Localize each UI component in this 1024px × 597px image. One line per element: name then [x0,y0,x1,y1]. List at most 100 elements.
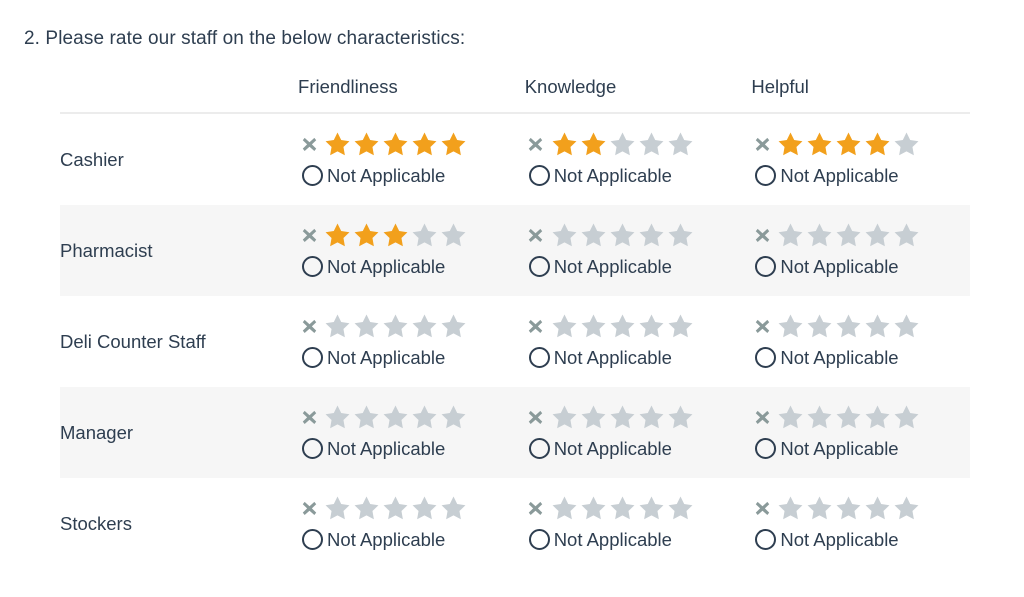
star-icon-1[interactable] [777,494,806,522]
star-icon-3[interactable] [835,494,864,522]
star-icon-4[interactable] [638,130,667,158]
star-icon-5[interactable] [893,130,922,158]
not-applicable-radio[interactable] [302,529,323,550]
not-applicable-radio[interactable] [755,529,776,550]
not-applicable-option[interactable]: Not Applicable [525,525,744,553]
not-applicable-radio[interactable] [302,256,323,277]
not-applicable-option[interactable]: Not Applicable [525,343,744,371]
clear-rating-x-icon[interactable] [298,223,320,247]
not-applicable-option[interactable]: Not Applicable [751,161,970,189]
not-applicable-option[interactable]: Not Applicable [525,434,744,462]
not-applicable-radio[interactable] [529,347,550,368]
star-icon-4[interactable] [411,494,440,522]
star-icon-5[interactable] [893,221,922,249]
not-applicable-label[interactable]: Not Applicable [780,438,898,459]
star-icon-2[interactable] [806,494,835,522]
star-icon-5[interactable] [667,494,696,522]
star-icon-1[interactable] [551,221,580,249]
star-icon-1[interactable] [777,221,806,249]
not-applicable-option[interactable]: Not Applicable [751,343,970,371]
star-icon-3[interactable] [835,221,864,249]
star-icon-4[interactable] [411,221,440,249]
star-icon-2[interactable] [353,312,382,340]
not-applicable-option[interactable]: Not Applicable [298,161,517,189]
not-applicable-radio[interactable] [755,438,776,459]
star-icon-3[interactable] [609,312,638,340]
star-icon-1[interactable] [551,312,580,340]
not-applicable-option[interactable]: Not Applicable [298,434,517,462]
clear-rating-x-icon[interactable] [751,223,773,247]
star-icon-5[interactable] [893,494,922,522]
star-icon-2[interactable] [353,221,382,249]
not-applicable-label[interactable]: Not Applicable [554,165,672,186]
star-icon-2[interactable] [580,403,609,431]
star-icon-4[interactable] [638,494,667,522]
not-applicable-label[interactable]: Not Applicable [327,256,445,277]
star-icon-2[interactable] [806,312,835,340]
star-icon-4[interactable] [638,221,667,249]
not-applicable-radio[interactable] [755,165,776,186]
not-applicable-label[interactable]: Not Applicable [327,529,445,550]
not-applicable-radio[interactable] [529,256,550,277]
star-icon-2[interactable] [353,403,382,431]
star-icon-1[interactable] [777,312,806,340]
not-applicable-radio[interactable] [529,165,550,186]
not-applicable-option[interactable]: Not Applicable [298,343,517,371]
star-icon-4[interactable] [638,403,667,431]
clear-rating-x-icon[interactable] [525,132,547,156]
star-icon-3[interactable] [835,130,864,158]
not-applicable-radio[interactable] [755,347,776,368]
star-icon-5[interactable] [440,494,469,522]
star-icon-5[interactable] [667,130,696,158]
not-applicable-label[interactable]: Not Applicable [780,165,898,186]
not-applicable-radio[interactable] [302,438,323,459]
not-applicable-option[interactable]: Not Applicable [751,252,970,280]
star-icon-3[interactable] [609,494,638,522]
star-icon-5[interactable] [893,403,922,431]
clear-rating-x-icon[interactable] [751,496,773,520]
star-icon-4[interactable] [638,312,667,340]
not-applicable-radio[interactable] [302,165,323,186]
not-applicable-label[interactable]: Not Applicable [554,529,672,550]
star-icon-3[interactable] [382,312,411,340]
star-icon-3[interactable] [382,221,411,249]
not-applicable-label[interactable]: Not Applicable [780,529,898,550]
star-icon-3[interactable] [835,312,864,340]
not-applicable-label[interactable]: Not Applicable [554,347,672,368]
not-applicable-label[interactable]: Not Applicable [327,165,445,186]
clear-rating-x-icon[interactable] [525,314,547,338]
star-icon-2[interactable] [353,494,382,522]
clear-rating-x-icon[interactable] [298,405,320,429]
not-applicable-label[interactable]: Not Applicable [327,438,445,459]
star-icon-4[interactable] [864,403,893,431]
clear-rating-x-icon[interactable] [751,132,773,156]
not-applicable-radio[interactable] [302,347,323,368]
star-icon-5[interactable] [440,312,469,340]
star-icon-5[interactable] [667,221,696,249]
not-applicable-label[interactable]: Not Applicable [780,347,898,368]
clear-rating-x-icon[interactable] [298,314,320,338]
star-icon-3[interactable] [382,403,411,431]
star-icon-3[interactable] [382,130,411,158]
star-icon-1[interactable] [324,221,353,249]
star-icon-2[interactable] [353,130,382,158]
star-icon-2[interactable] [806,403,835,431]
clear-rating-x-icon[interactable] [525,405,547,429]
star-icon-3[interactable] [609,130,638,158]
clear-rating-x-icon[interactable] [751,314,773,338]
not-applicable-label[interactable]: Not Applicable [554,256,672,277]
clear-rating-x-icon[interactable] [525,223,547,247]
star-icon-4[interactable] [864,221,893,249]
star-icon-2[interactable] [580,221,609,249]
star-icon-2[interactable] [806,221,835,249]
star-icon-1[interactable] [324,130,353,158]
star-icon-4[interactable] [864,312,893,340]
star-icon-1[interactable] [777,403,806,431]
star-icon-1[interactable] [551,403,580,431]
star-icon-1[interactable] [551,494,580,522]
star-icon-4[interactable] [411,312,440,340]
star-icon-1[interactable] [324,312,353,340]
star-icon-5[interactable] [440,403,469,431]
star-icon-1[interactable] [777,130,806,158]
clear-rating-x-icon[interactable] [298,132,320,156]
